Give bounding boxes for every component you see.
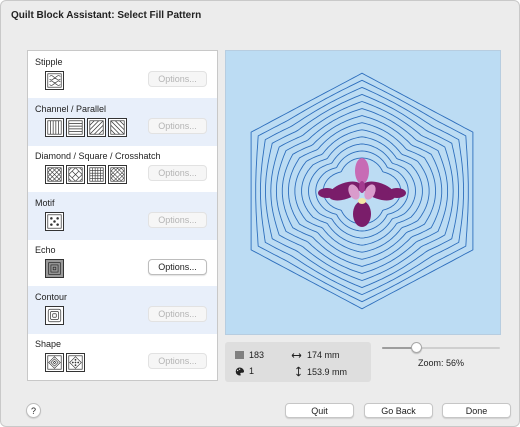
quit-button[interactable]: Quit [285, 403, 354, 418]
pattern-row-channel: Channel / Parallel Options... [28, 98, 217, 146]
motif-options-button[interactable]: Options... [148, 212, 207, 228]
shape-options-button[interactable]: Options... [148, 353, 207, 369]
diamond-options-button[interactable]: Options... [148, 165, 207, 181]
stipple-options-button[interactable]: Options... [148, 71, 207, 87]
pattern-label-channel: Channel / Parallel [35, 104, 107, 114]
diamond-crosshatch-alt-icon[interactable] [66, 165, 85, 184]
pattern-row-motif: Motif Options... [28, 192, 217, 240]
color-palette-icon [235, 367, 244, 376]
pattern-label-stipple: Stipple [35, 57, 63, 67]
pattern-label-echo: Echo [35, 245, 56, 255]
design-width: 174 mm [291, 350, 340, 360]
pattern-row-shape: Shape Options... [28, 333, 217, 381]
stitches-icon [235, 351, 244, 358]
echo-quilting-preview [250, 72, 474, 310]
done-button[interactable]: Done [442, 403, 511, 418]
stipple-icon[interactable] [45, 71, 64, 90]
color-count: 1 [235, 366, 254, 376]
zoom-label: Zoom: 56% [417, 358, 465, 368]
shape-dots-icon[interactable] [66, 353, 85, 372]
echo-options-button[interactable]: Options... [148, 259, 207, 275]
pattern-row-stipple: Stipple Options... [28, 51, 217, 99]
pattern-row-echo: Echo Options... [28, 239, 217, 287]
iris-flower-icon [318, 158, 406, 227]
design-height: 153.9 mm [295, 366, 347, 377]
channel-diagonal-left-icon[interactable] [108, 118, 127, 137]
contour-icon[interactable] [45, 306, 64, 325]
pattern-label-diamond: Diamond / Square / Crosshatch [35, 151, 161, 161]
stitch-count-value: 183 [249, 350, 265, 360]
contour-options-button[interactable]: Options... [148, 306, 207, 322]
diamond-crosshatch-icon[interactable] [45, 165, 64, 184]
channel-horizontal-icon[interactable] [66, 118, 85, 137]
design-width-value: 174 mm [307, 350, 340, 360]
channel-diagonal-right-icon[interactable] [87, 118, 106, 137]
pattern-preview [225, 50, 501, 335]
crosshatch-icon[interactable] [108, 165, 127, 184]
motif-dots-icon[interactable] [45, 212, 64, 231]
window-title: Quilt Block Assistant: Select Fill Patte… [11, 10, 202, 21]
height-arrow-icon [296, 366, 301, 377]
design-stats-panel: 183 1 174 mm 153.9 mm [225, 342, 371, 382]
color-count-value: 1 [249, 366, 255, 376]
width-arrow-icon [291, 352, 302, 358]
echo-icon[interactable] [45, 259, 64, 278]
zoom-slider[interactable] [382, 342, 500, 353]
pattern-row-diamond: Diamond / Square / Crosshatch Options... [28, 145, 217, 193]
design-height-value: 153.9 mm [307, 366, 348, 377]
pattern-row-contour: Contour Options... [28, 286, 217, 334]
pattern-list-panel: Stipple Options... Channel / Parallel Op… [27, 50, 218, 381]
zoom-slider-thumb[interactable] [410, 342, 422, 353]
square-grid-icon[interactable] [87, 165, 106, 184]
pattern-label-motif: Motif [35, 198, 55, 208]
shape-diamond-icon[interactable] [45, 353, 64, 372]
pattern-label-contour: Contour [35, 292, 68, 302]
go-back-button[interactable]: Go Back [364, 403, 433, 418]
help-button[interactable]: ? [26, 403, 41, 418]
dialog-window: Quilt Block Assistant: Select Fill Patte… [0, 0, 520, 427]
stitch-count: 183 [235, 350, 264, 360]
channel-options-button[interactable]: Options... [148, 118, 207, 134]
pattern-label-shape: Shape [35, 339, 62, 349]
channel-vertical-icon[interactable] [45, 118, 64, 137]
